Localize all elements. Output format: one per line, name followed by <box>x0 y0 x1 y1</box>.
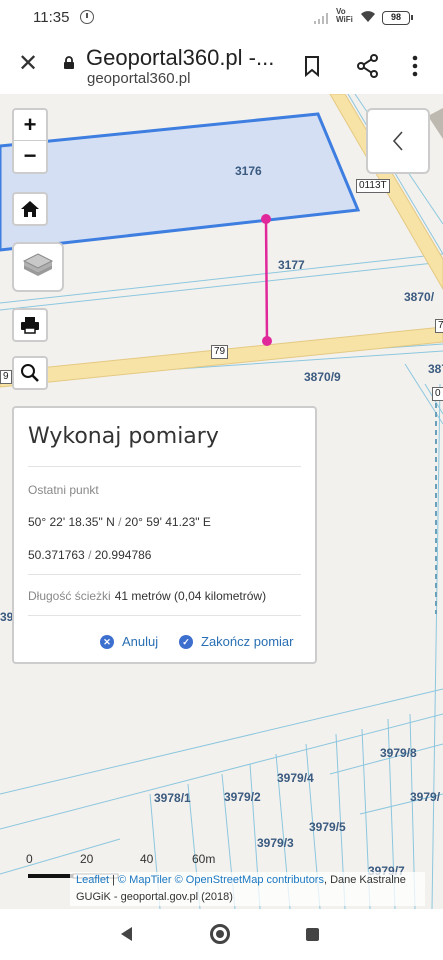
divider <box>28 615 301 616</box>
scale-tick: 40 <box>140 852 154 866</box>
layers-icon <box>22 253 54 276</box>
search-icon <box>21 364 39 382</box>
dms-longitude: 20° 59' 41.23" E <box>124 515 211 529</box>
battery-icon: 98 <box>382 11 413 25</box>
share-icon[interactable] <box>354 52 382 80</box>
status-bar: 11:35 Vo WiFi 98 <box>0 0 443 36</box>
divider <box>28 574 301 575</box>
close-circle-icon: ✕ <box>100 634 114 649</box>
home-icon <box>21 201 39 217</box>
parcel-label: 3979/8 <box>380 746 417 760</box>
parcel-label: 3870/9 <box>304 370 341 384</box>
road-label: 7 <box>435 319 443 333</box>
parcel-label: 3979/4 <box>277 771 314 785</box>
layers-button[interactable] <box>12 242 64 292</box>
road-label: 0113T <box>356 179 390 193</box>
scale-tick: 60m <box>192 852 216 866</box>
panel-toggle-button[interactable] <box>366 108 430 174</box>
finish-measure-button[interactable]: ✓ Zakończ pomiar <box>179 634 293 649</box>
chevron-left-icon <box>392 131 403 151</box>
parcel-label: 3979/2 <box>224 790 261 804</box>
scale-tick: 0 <box>26 852 33 866</box>
parcel-label: 3978/1 <box>154 791 191 805</box>
page-url[interactable]: geoportal360.pl <box>87 70 190 87</box>
last-point-label: Ostatni punkt <box>28 483 99 497</box>
signal-icon <box>314 12 330 24</box>
coordinates-decimal: 50.371763 / 20.994786 <box>28 548 151 562</box>
parcel-label: 3979/ <box>410 790 441 804</box>
parcel-label: 3176 <box>235 164 262 178</box>
decimal-latitude: 50.371763 <box>28 548 85 562</box>
measure-panel: Wykonaj pomiary Ostatni punkt 50° 22' 18… <box>12 406 317 664</box>
close-tab-button[interactable]: ✕ <box>14 50 42 78</box>
home-nav-icon[interactable] <box>210 924 230 944</box>
road-label: 79 <box>211 345 229 359</box>
scale-tick: 20 <box>80 852 94 866</box>
zoom-control: + − <box>12 108 48 174</box>
parcel-label: 3177 <box>278 258 305 272</box>
print-icon <box>21 317 39 334</box>
cancel-button[interactable]: ✕ Anuluj <box>100 634 158 649</box>
decimal-separator: / <box>84 548 95 562</box>
coordinates-dms: 50° 22' 18.35" N / 20° 59' 41.23" E <box>28 515 211 529</box>
status-time: 11:35 <box>33 9 70 26</box>
check-circle-icon: ✓ <box>179 634 193 649</box>
osm-link[interactable]: © OpenStreetMap contributors <box>175 874 324 886</box>
map-view[interactable]: 3176 0113T 3177 3870/ 7 79 9 3870/9 387 … <box>0 94 443 909</box>
parcel-label: 387 <box>428 362 443 376</box>
page-title[interactable]: Geoportal360.pl -... <box>86 45 274 71</box>
path-length-label: Długość ścieżki <box>28 589 111 603</box>
path-length-value: 41 metrów (0,04 kilometrów) <box>114 589 267 603</box>
dms-latitude: 50° 22' 18.35" N <box>28 515 115 529</box>
zoom-out-button[interactable]: − <box>14 140 46 170</box>
browser-toolbar: ✕ Geoportal360.pl -... geoportal360.pl <box>0 36 443 94</box>
parcel-label: 3979/5 <box>309 820 346 834</box>
vowifi-icon: Vo WiFi <box>336 7 353 24</box>
home-button[interactable] <box>12 192 48 226</box>
path-length: Długość ścieżki 41 metrów (0,04 kilometró… <box>28 589 266 603</box>
more-options-icon[interactable] <box>405 52 425 80</box>
system-nav-bar <box>0 909 443 960</box>
lock-icon <box>64 56 74 69</box>
road-label: 0 <box>432 387 443 401</box>
parcel-label: 3979/3 <box>257 836 294 850</box>
recent-apps-icon[interactable] <box>306 928 319 941</box>
map-attribution: Leaflet | © MapTiler © OpenStreetMap con… <box>70 872 425 906</box>
dms-separator: / <box>114 515 125 529</box>
finish-label: Zakończ pomiar <box>201 634 294 649</box>
alarm-icon <box>80 10 94 24</box>
cancel-label: Anuluj <box>122 634 159 649</box>
print-button[interactable] <box>12 308 48 342</box>
maptiler-link[interactable]: © MapTiler <box>118 874 172 886</box>
decimal-longitude: 20.994786 <box>94 548 152 562</box>
wifi-icon <box>361 11 375 22</box>
leaflet-link[interactable]: Leaflet <box>76 874 109 886</box>
measure-title: Wykonaj pomiary <box>28 424 219 449</box>
search-button[interactable] <box>12 356 48 390</box>
road-label: 9 <box>0 370 12 384</box>
parcel-label: 3870/ <box>404 290 435 304</box>
back-icon[interactable] <box>121 927 132 941</box>
divider <box>28 466 301 467</box>
attribution-separator: | <box>109 874 119 886</box>
bookmark-icon[interactable] <box>298 52 326 80</box>
zoom-in-button[interactable]: + <box>14 110 46 140</box>
